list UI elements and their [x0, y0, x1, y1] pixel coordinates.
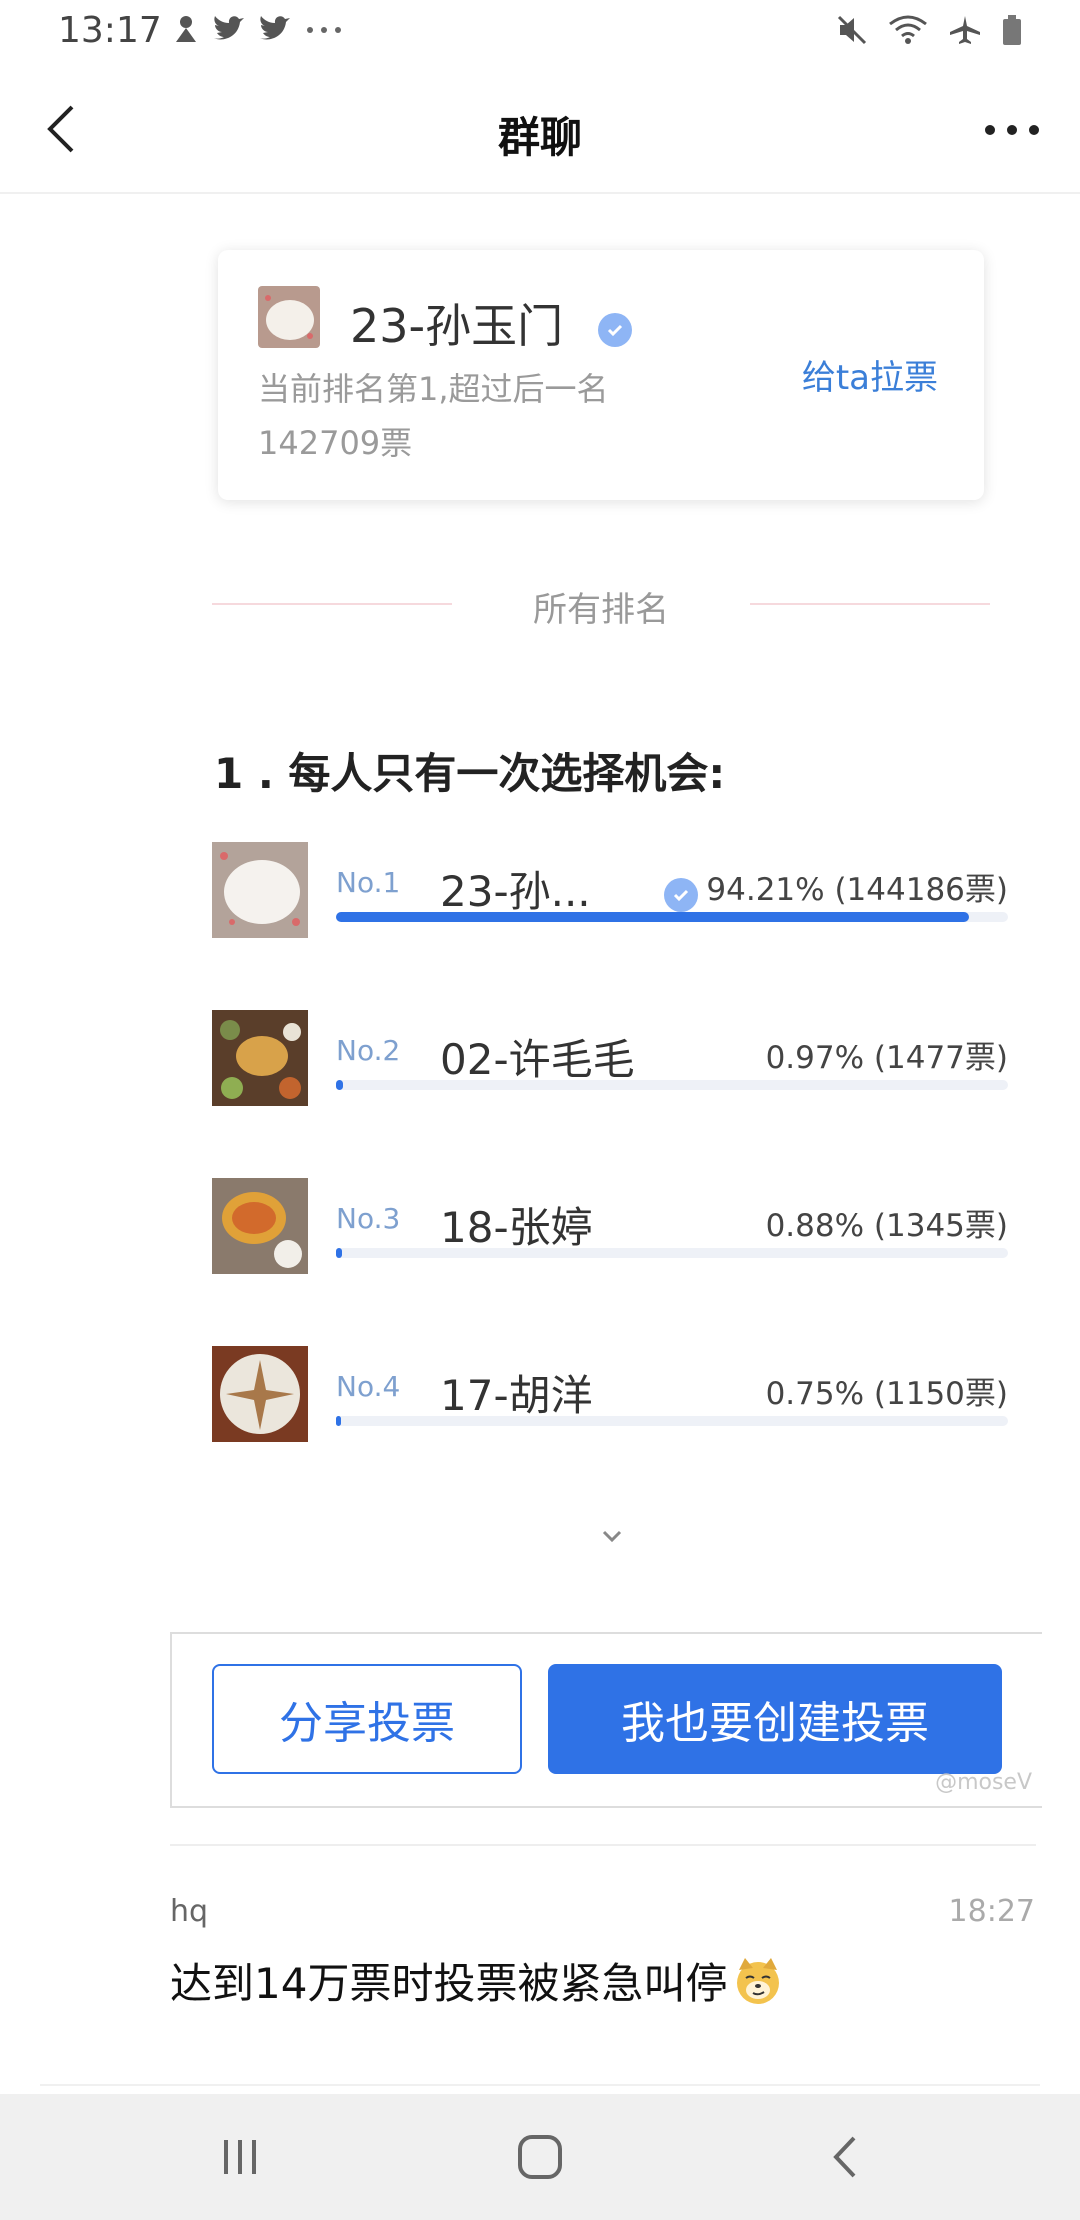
vote-progress-track	[336, 1248, 1008, 1258]
ranking-row[interactable]: No.3 18-张婷 0.88% (1345票)	[212, 1178, 1008, 1278]
wifi-icon	[889, 15, 927, 44]
candidate-name: 23-孙...	[440, 858, 699, 919]
home-button[interactable]	[510, 2132, 570, 2182]
rank-label: No.4	[336, 1370, 401, 1403]
recent-apps-button[interactable]	[210, 2132, 270, 2182]
featured-subtitle: 当前排名第1,超过后一名 142709票	[258, 362, 609, 470]
vote-progress-track	[336, 1080, 1008, 1090]
vote-progress-track	[336, 912, 1008, 922]
candidate-name: 17-胡洋	[440, 1371, 593, 1420]
airplane-icon	[950, 16, 980, 44]
notification-icon	[176, 16, 196, 42]
vote-percent: 0.75% (1150票)	[765, 1376, 1008, 1412]
vote-percent: 94.21% (144186票)	[706, 872, 1008, 908]
vote-progress-track	[336, 1416, 1008, 1426]
ranking-row[interactable]: No.2 02-许毛毛 0.97% (1477票)	[212, 1010, 1008, 1110]
rank-label: No.1	[336, 866, 401, 899]
status-bar: 13:17	[0, 0, 1080, 66]
battery-icon	[1003, 15, 1021, 45]
ranking-row[interactable]: No.4 17-胡洋 0.75% (1150票)	[212, 1346, 1008, 1446]
more-dots-icon	[985, 125, 1039, 135]
vote-percent: 0.97% (1477票)	[765, 1040, 1008, 1076]
featured-name: 23-孙玉门	[350, 290, 632, 356]
bottom-separator	[40, 2084, 1040, 2086]
vote-progress-fill	[336, 1248, 342, 1258]
candidate-thumbnail	[212, 842, 308, 938]
vote-progress-fill	[336, 1416, 342, 1426]
candidate-name: 02-许毛毛	[440, 1035, 635, 1084]
navigation-bar	[0, 2094, 1080, 2220]
status-right-icons	[836, 14, 1022, 46]
watermark: @moseV	[935, 1770, 1032, 1795]
header: 群聊	[0, 66, 1080, 194]
vote-percent: 0.88% (1345票)	[765, 1208, 1008, 1244]
chevron-down-icon	[602, 1530, 622, 1543]
verified-icon	[597, 312, 632, 347]
status-time: 13:17	[58, 10, 162, 51]
featured-rank-text: 当前排名第1,超过后一名	[258, 370, 609, 408]
message-sender: hq	[170, 1894, 209, 1929]
status-left-icons	[172, 14, 344, 44]
candidate-thumbnail	[258, 286, 320, 348]
featured-lead-text: 142709票	[258, 424, 413, 462]
featured-candidate-card: 23-孙玉门 当前排名第1,超过后一名 142709票 给ta拉票	[218, 250, 984, 500]
home-icon	[518, 2135, 562, 2179]
section-divider: 所有排名	[212, 578, 990, 630]
more-button[interactable]	[980, 106, 1044, 154]
candidate-thumbnail	[212, 1346, 308, 1442]
vote-progress-fill	[336, 912, 970, 922]
section-label: 所有排名	[533, 590, 669, 630]
verified-icon	[664, 877, 699, 912]
featured-name-text: 23-孙玉门	[350, 299, 564, 353]
vote-actions: 分享投票 我也要创建投票 @moseV	[170, 1632, 1042, 1808]
candidate-name: 18-张婷	[440, 1203, 593, 1252]
create-vote-button[interactable]: 我也要创建投票	[548, 1664, 1002, 1774]
doge-emoji-icon	[737, 1957, 780, 2004]
ranking-row[interactable]: No.1 23-孙... 94.21% (144186票)	[212, 842, 1008, 942]
candidate-name-text: 23-孙...	[440, 867, 591, 916]
page-title: 群聊	[497, 113, 582, 162]
back-arrow-icon	[833, 2136, 856, 2178]
poll-question: 1 . 每人只有一次选择机会:	[214, 749, 726, 798]
rank-label: No.3	[336, 1202, 401, 1235]
recent-apps-icon	[224, 2140, 256, 2174]
system-back-button[interactable]	[816, 2132, 876, 2182]
rank-label: No.2	[336, 1034, 401, 1067]
candidate-thumbnail	[212, 1010, 308, 1106]
expand-button[interactable]	[598, 1522, 626, 1550]
more-dots-icon	[307, 27, 341, 33]
divider-line-right	[750, 603, 990, 605]
message-separator	[170, 1844, 1036, 1846]
share-vote-button[interactable]: 分享投票	[212, 1664, 522, 1774]
vote-progress-fill	[336, 1080, 343, 1090]
canvass-vote-link[interactable]: 给ta拉票	[802, 350, 938, 399]
message-text-content: 达到14万票时投票被紧急叫停	[170, 1959, 728, 2008]
twitter-icon	[214, 16, 244, 40]
message-text: 达到14万票时投票被紧急叫停	[170, 1950, 783, 2011]
mute-icon	[837, 15, 867, 45]
twitter-icon	[260, 16, 290, 40]
candidate-thumbnail	[212, 1178, 308, 1274]
message-time: 18:27	[948, 1894, 1035, 1929]
